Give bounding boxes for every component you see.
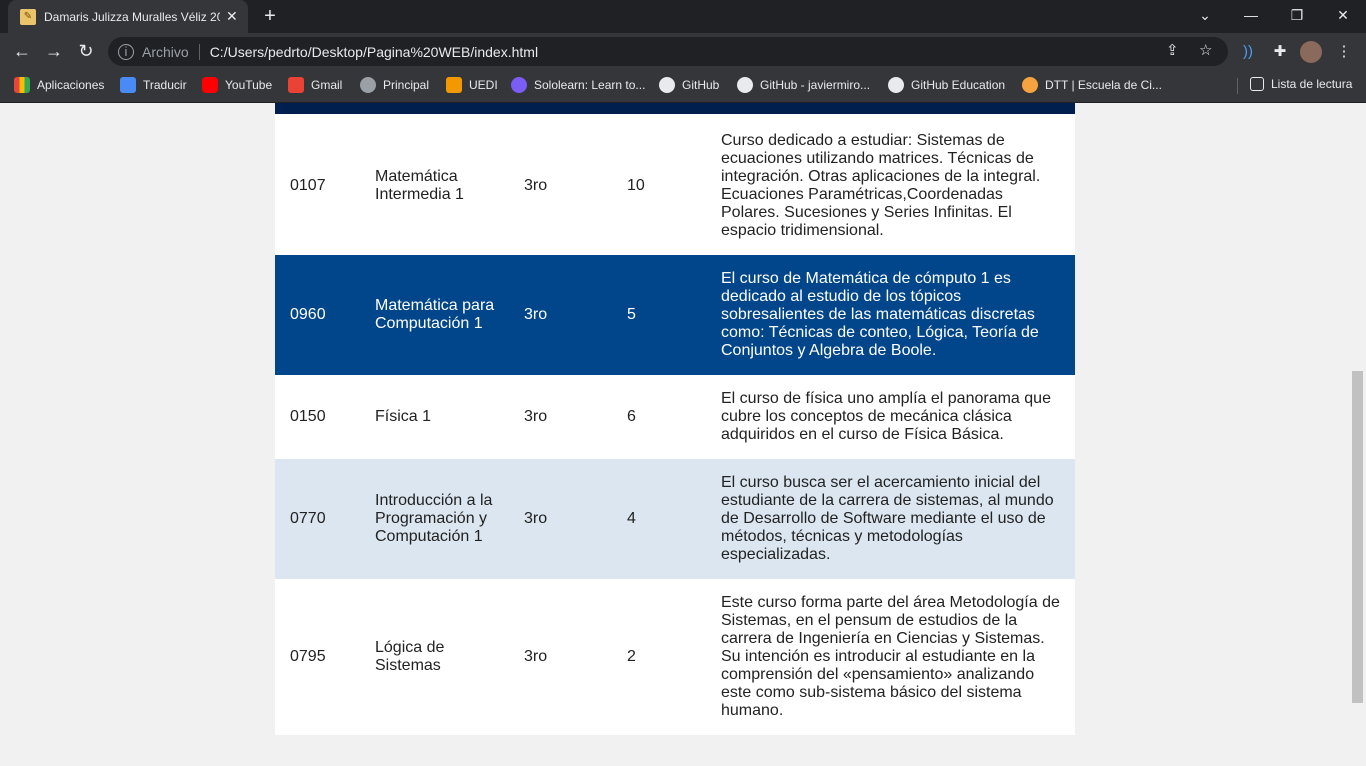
bookmark-translate[interactable]: Traducir	[120, 77, 187, 93]
bookmark-principal[interactable]: Principal	[360, 77, 429, 93]
reading-list-icon	[1250, 77, 1264, 91]
bookmark-label: UEDI	[469, 78, 498, 92]
translate-icon	[120, 77, 136, 93]
restore-button[interactable]: ❐	[1274, 0, 1320, 30]
page-viewport: 0107 Matemática Intermedia 1 3ro 10 Curs…	[0, 103, 1366, 766]
reading-list-button[interactable]: Lista de lectura	[1250, 77, 1352, 91]
course-description: Este curso forma parte del área Metodolo…	[721, 594, 1060, 719]
uedi-icon	[446, 77, 462, 93]
github-icon	[737, 77, 753, 93]
course-code: 0150	[290, 408, 326, 425]
address-separator	[198, 43, 200, 60]
course-semester: 3ro	[524, 408, 548, 425]
bookmark-star-icon[interactable]: ☆	[1199, 41, 1212, 59]
bookmark-label: DTT | Escuela de Ci...	[1045, 78, 1162, 92]
profile-avatar[interactable]	[1300, 41, 1322, 63]
course-code: 0795	[290, 648, 326, 665]
address-bar[interactable]: i Archivo C:/Users/pedrto/Desktop/Pagina…	[108, 37, 1228, 66]
bookmark-label: GitHub Education	[911, 78, 1006, 92]
extension-audio-icon[interactable]: ))	[1236, 40, 1260, 64]
new-tab-button[interactable]: +	[258, 4, 282, 28]
course-row: 0770 Introducción a la Programación y Co…	[275, 459, 1075, 579]
course-credits: 10	[627, 177, 645, 194]
forward-arrow-icon[interactable]: →	[40, 37, 68, 65]
bookmark-sololearn[interactable]: Sololearn: Learn to...	[511, 77, 645, 93]
bookmarks-bar: Aplicaciones Traducir YouTube Gmail Prin…	[0, 70, 1366, 103]
bookmark-label: Traducir	[143, 78, 187, 92]
bookmark-label: Gmail	[311, 78, 343, 92]
close-window-button[interactable]: ✕	[1320, 0, 1366, 30]
active-tab[interactable]: ✎ Damaris Julizza Muralles Véliz 20 ✕	[8, 0, 248, 33]
bookmark-apps[interactable]: Aplicaciones	[14, 77, 104, 93]
course-name: Lógica de Sistemas	[375, 639, 445, 674]
bookmark-gmail[interactable]: Gmail	[288, 77, 342, 93]
apps-grid-icon	[14, 77, 30, 93]
bookmark-label: Sololearn: Learn to...	[534, 78, 646, 92]
course-description: El curso de Matemática de cómputo 1 es d…	[721, 270, 1039, 359]
bookmark-dtt[interactable]: DTT | Escuela de Ci...	[1022, 77, 1162, 93]
tab-close-icon[interactable]: ✕	[226, 8, 238, 25]
browser-toolbar: ← → ↻ i Archivo C:/Users/pedrto/Desktop/…	[0, 33, 1366, 70]
course-row: 0795 Lógica de Sistemas 3ro 2 Este curso…	[275, 579, 1075, 735]
bookmark-label: Principal	[383, 78, 430, 92]
course-description: El curso de física uno amplía el panoram…	[721, 390, 1051, 443]
bookmarks-separator	[1237, 78, 1238, 94]
course-description: El curso busca ser el acercamiento inici…	[721, 474, 1054, 563]
github-icon	[888, 77, 904, 93]
info-icon[interactable]: i	[118, 43, 134, 60]
course-row: 0960 Matemática para Computación 1 3ro 5…	[275, 255, 1075, 375]
bookmark-github-education[interactable]: GitHub Education	[888, 77, 1005, 93]
bookmark-label: Aplicaciones	[37, 78, 105, 92]
course-code: 0107	[290, 177, 326, 194]
globe-icon	[360, 77, 376, 93]
course-credits: 2	[627, 648, 636, 665]
extensions-puzzle-icon[interactable]: ✚	[1268, 40, 1292, 64]
course-code: 0770	[290, 510, 326, 527]
bookmark-label: YouTube	[225, 78, 273, 92]
course-row: 0150 Física 1 3ro 6 El curso de física u…	[275, 375, 1075, 459]
course-name: Matemática Intermedia 1	[375, 168, 464, 203]
menu-kebab-icon[interactable]: ⋮	[1332, 40, 1356, 64]
share-icon[interactable]: ⇪	[1166, 41, 1179, 59]
back-arrow-icon[interactable]: ←	[8, 37, 36, 65]
address-scheme-label: Archivo	[142, 43, 189, 60]
tab-title: Damaris Julizza Muralles Véliz 20	[44, 9, 220, 24]
bookmark-uedi[interactable]: UEDI	[446, 77, 498, 93]
dtt-icon	[1022, 77, 1038, 93]
course-semester: 3ro	[524, 648, 548, 665]
bookmark-github-javiermiro[interactable]: GitHub - javiermiro...	[737, 77, 870, 93]
reading-list-label: Lista de lectura	[1271, 77, 1353, 91]
youtube-icon	[202, 77, 218, 93]
bookmark-github[interactable]: GitHub	[659, 77, 719, 93]
bookmark-youtube[interactable]: YouTube	[202, 77, 272, 93]
tab-strip: ✎ Damaris Julizza Muralles Véliz 20 ✕ + …	[0, 0, 1366, 33]
reload-icon[interactable]: ↻	[72, 37, 100, 65]
course-semester: 3ro	[524, 177, 548, 194]
course-credits: 6	[627, 408, 636, 425]
course-name: Matemática para Computación 1	[375, 297, 495, 332]
course-semester: 3ro	[524, 306, 548, 323]
gmail-icon	[288, 77, 304, 93]
sololearn-icon	[511, 77, 527, 93]
tab-search-icon[interactable]: ⌄	[1182, 0, 1228, 30]
course-name: Física 1	[375, 408, 432, 425]
course-name: Introducción a la Programación y Computa…	[375, 492, 493, 545]
course-code: 0960	[290, 306, 326, 323]
bookmark-label: GitHub - javiermiro...	[760, 78, 871, 92]
page-favicon-icon: ✎	[20, 8, 36, 25]
minimize-button[interactable]: —	[1228, 0, 1274, 30]
courses-table: 0107 Matemática Intermedia 1 3ro 10 Curs…	[275, 103, 1075, 735]
course-row: 0107 Matemática Intermedia 1 3ro 10 Curs…	[275, 117, 1075, 255]
course-credits: 5	[627, 306, 636, 323]
scrollbar-thumb[interactable]	[1352, 371, 1363, 703]
course-semester: 3ro	[524, 510, 548, 527]
url-text[interactable]: C:/Users/pedrto/Desktop/Pagina%20WEB/ind…	[210, 44, 538, 60]
bookmark-label: GitHub	[682, 78, 720, 92]
course-description: Curso dedicado a estudiar: Sistemas de e…	[721, 132, 1041, 239]
table-header-edge	[275, 103, 1075, 114]
course-credits: 4	[627, 510, 636, 527]
github-icon	[659, 77, 675, 93]
